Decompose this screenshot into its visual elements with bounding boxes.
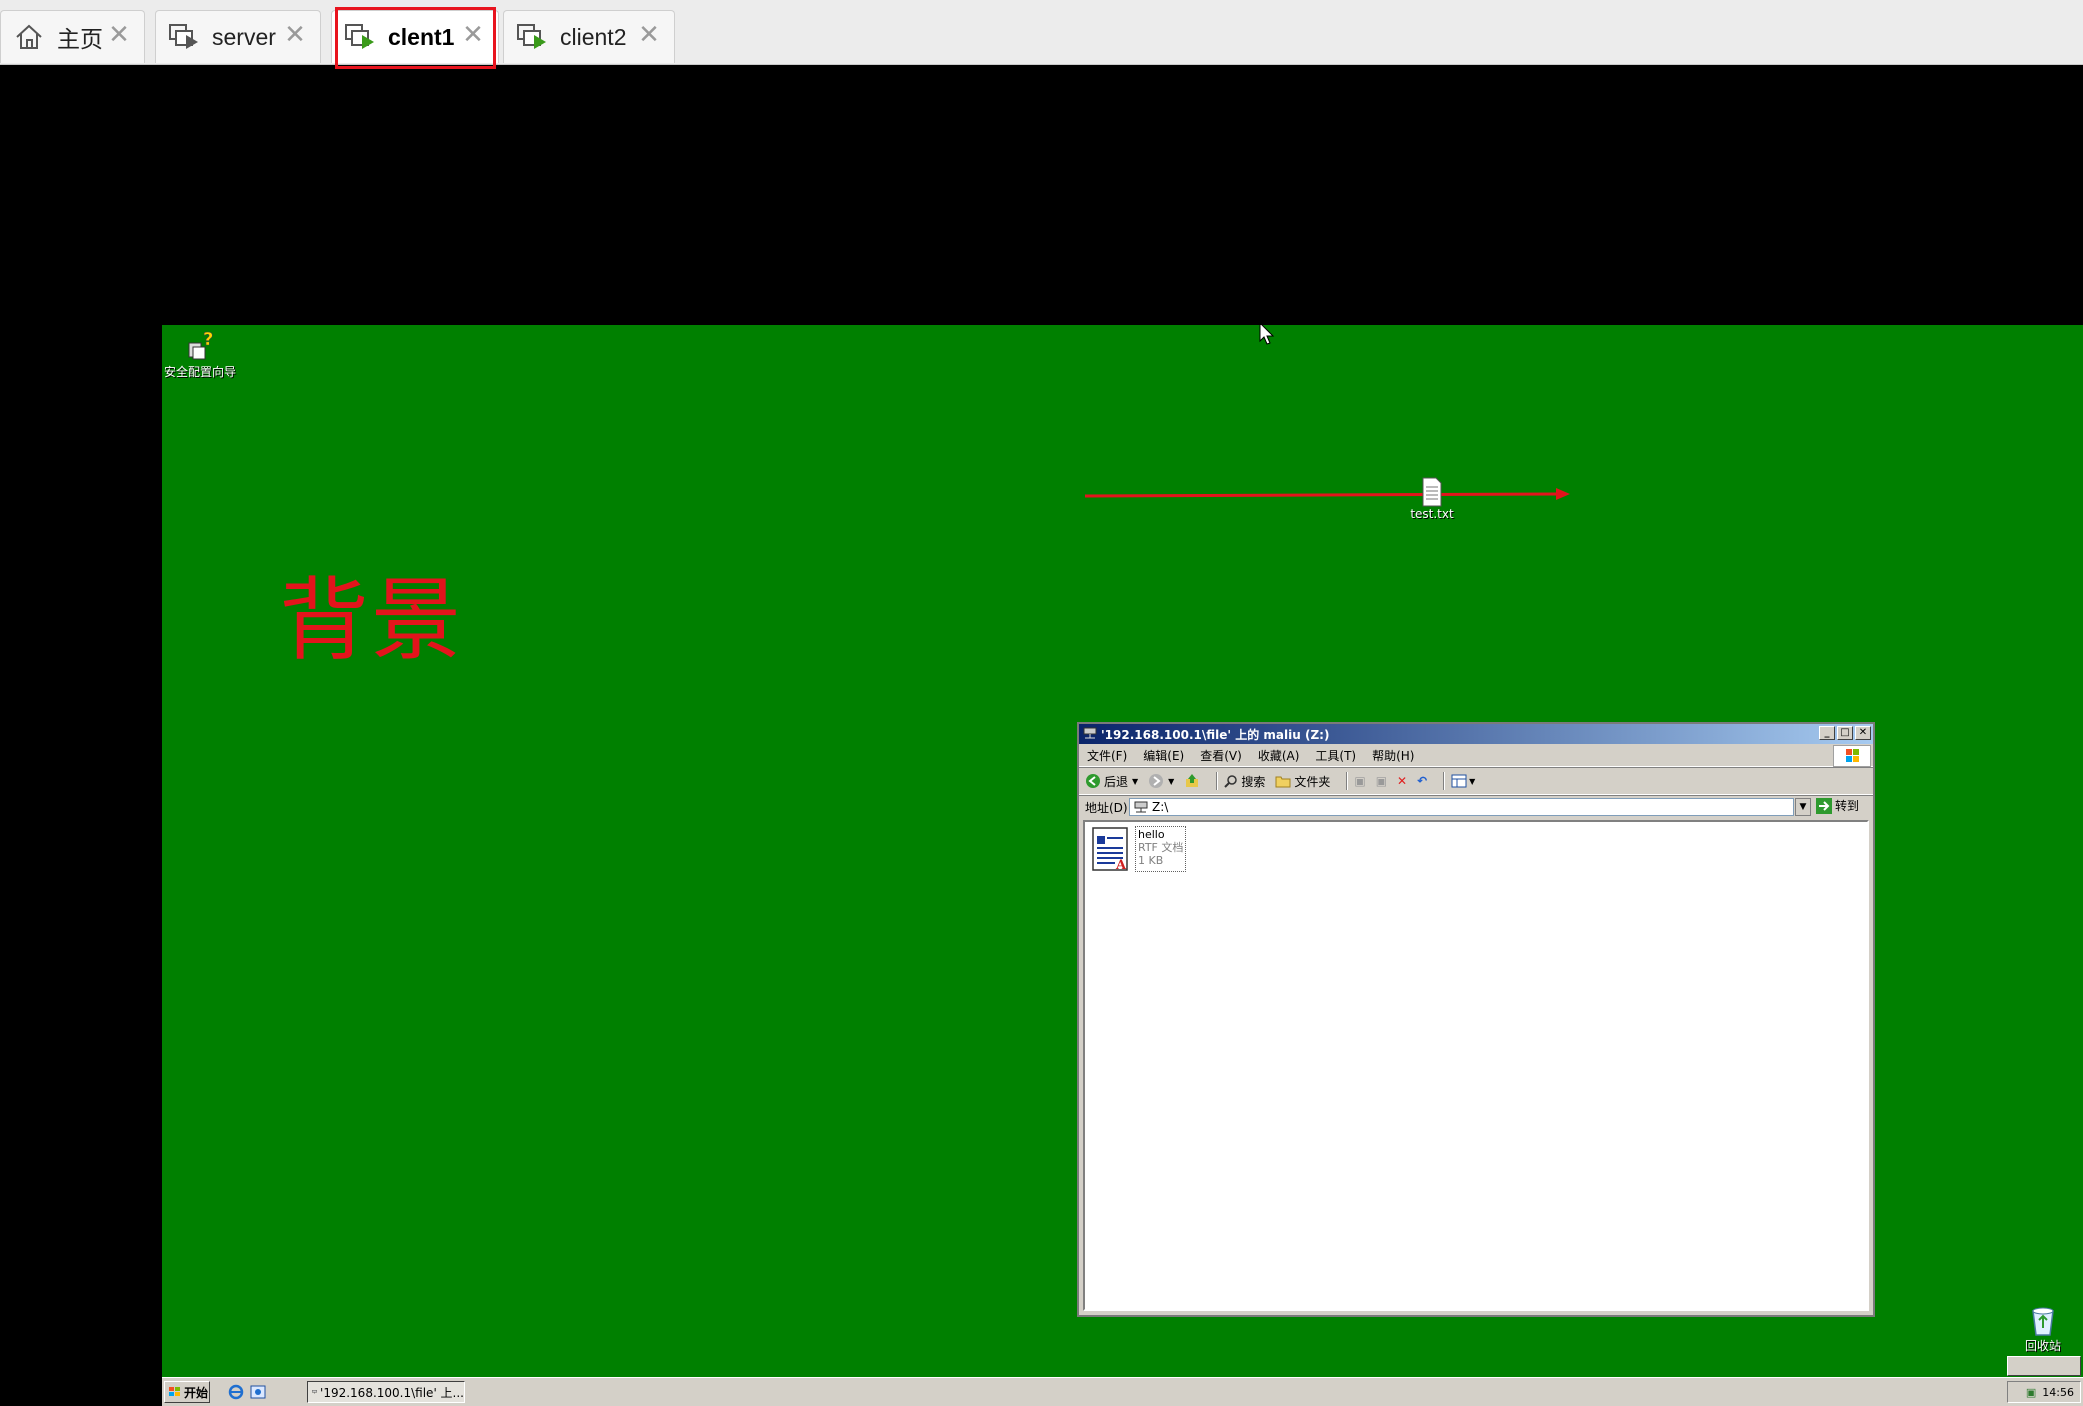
folder-icon xyxy=(1275,776,1291,788)
system-tray: ▣ 14:56 xyxy=(2007,1381,2081,1403)
folders-button[interactable]: 文件夹 xyxy=(1275,773,1330,790)
up-folder-button[interactable] xyxy=(1184,773,1200,789)
close-icon[interactable]: ✕ xyxy=(460,22,486,48)
desktop-icon-label: 回收站 xyxy=(2024,1339,2061,1353)
vm-running-icon xyxy=(344,21,380,53)
windows-logo-icon xyxy=(169,1387,180,1396)
file-item[interactable]: A hello RTF 文档 1 KB xyxy=(1091,826,1187,873)
copy-to-button[interactable]: ▣ xyxy=(1376,774,1387,788)
go-arrow-icon xyxy=(1816,797,1832,814)
security-wizard-icon: ? xyxy=(162,329,238,363)
vm-icon xyxy=(168,21,204,53)
tab-label: client2 xyxy=(560,23,627,50)
explorer-window[interactable]: '192.168.100.1\file' 上的 maliu (Z:) _ □ ✕… xyxy=(1077,722,1875,1317)
delete-icon: ✕ xyxy=(1397,774,1408,788)
file-size: 1 KB xyxy=(1138,854,1164,867)
desktop-shortcut-icon[interactable] xyxy=(250,1384,266,1403)
file-type: RTF 文档 xyxy=(1138,841,1184,854)
close-icon[interactable]: ✕ xyxy=(106,22,132,48)
chevron-down-icon: ▼ xyxy=(1469,776,1476,786)
move-to-button[interactable]: ▣ xyxy=(1354,774,1365,788)
address-bar: 地址(D) Z:\ ▼ 转到 xyxy=(1079,795,1873,818)
recycle-bin-icon xyxy=(2013,1305,2073,1337)
tab-label: server xyxy=(212,23,276,50)
desktop-icon-label: 安全配置向导 xyxy=(163,365,236,379)
close-icon[interactable]: ✕ xyxy=(636,22,662,48)
desktop-icon-recycle-bin[interactable]: 回收站 xyxy=(2013,1305,2073,1354)
menu-view[interactable]: 查看(V) xyxy=(1200,747,1242,764)
search-icon xyxy=(1224,775,1238,788)
ie-icon[interactable] xyxy=(228,1384,244,1403)
undo-icon: ↶ xyxy=(1417,774,1428,788)
guest-desktop[interactable]: ? 安全配置向导 test.txt 背景 '192.168.100.1\file… xyxy=(162,325,2083,1406)
menu-file[interactable]: 文件(F) xyxy=(1087,747,1127,764)
taskbar: 开始 '192.168.100.1\file' 上... ▣ 14:56 xyxy=(162,1377,2083,1406)
tab-home[interactable]: 主页 ✕ xyxy=(0,10,145,63)
back-arrow-icon xyxy=(1086,774,1100,788)
address-dropdown-button[interactable]: ▼ xyxy=(1795,798,1811,816)
address-input[interactable]: Z:\ xyxy=(1129,798,1794,816)
close-button[interactable]: ✕ xyxy=(1855,726,1871,740)
svg-text:A: A xyxy=(1115,858,1127,872)
clock: 14:56 xyxy=(2042,1385,2074,1399)
menu-help[interactable]: 帮助(H) xyxy=(1372,747,1414,764)
up-folder-icon xyxy=(1186,774,1199,787)
tab-label: 主页 xyxy=(57,26,103,52)
search-button[interactable]: 搜索 xyxy=(1224,773,1265,790)
file-list-pane[interactable]: A hello RTF 文档 1 KB xyxy=(1083,820,1869,1311)
home-icon xyxy=(13,21,49,53)
toolbar: 后退 ▼ ▼ 搜索 文件夹 ▣ ▣ ✕ ↶ ▼ xyxy=(1079,767,1873,795)
delete-button[interactable]: ✕ xyxy=(1397,774,1407,788)
rtf-document-icon: A xyxy=(1091,826,1129,873)
tab-client2[interactable]: client2 ✕ xyxy=(503,10,675,63)
maximize-button[interactable]: □ xyxy=(1837,726,1853,740)
network-drive-icon xyxy=(1134,801,1148,813)
views-icon xyxy=(1451,774,1467,788)
window-title: '192.168.100.1\file' 上的 maliu (Z:) xyxy=(1101,727,1330,742)
menu-tools[interactable]: 工具(T) xyxy=(1315,747,1356,764)
chevron-down-icon: ▼ xyxy=(1132,776,1139,786)
menu-bar: 文件(F) 编辑(E) 查看(V) 收藏(A) 工具(T) 帮助(H) xyxy=(1079,744,1873,767)
tab-clent1[interactable]: clent1 ✕ xyxy=(331,10,499,63)
tab-label: clent1 xyxy=(388,23,455,50)
desktop-icon-test-txt[interactable]: test.txt xyxy=(1392,477,1472,521)
back-button[interactable]: 后退 ▼ xyxy=(1085,773,1138,790)
address-label: 地址(D) xyxy=(1085,800,1128,815)
window-titlebar[interactable]: '192.168.100.1\file' 上的 maliu (Z:) _ □ ✕ xyxy=(1079,724,1873,744)
tab-server[interactable]: server ✕ xyxy=(155,10,321,63)
start-button[interactable]: 开始 xyxy=(164,1381,210,1403)
quick-tray-panel xyxy=(2007,1356,2081,1376)
annotation-label: 背景 xyxy=(279,568,463,673)
copy-to-icon: ▣ xyxy=(1375,774,1388,788)
chevron-down-icon: ▼ xyxy=(1168,776,1175,786)
network-icon[interactable]: ▣ xyxy=(2026,1386,2036,1399)
menu-favorites[interactable]: 收藏(A) xyxy=(1258,747,1300,764)
network-drive-icon xyxy=(1083,727,1097,742)
network-drive-icon xyxy=(312,1390,317,1394)
mouse-cursor-icon xyxy=(1259,325,1275,350)
views-button[interactable]: ▼ xyxy=(1451,774,1475,788)
desktop-icon-security-wizard[interactable]: ? 安全配置向导 xyxy=(162,329,238,380)
file-name: hello xyxy=(1138,828,1165,841)
minimize-button[interactable]: _ xyxy=(1819,726,1835,740)
move-to-icon: ▣ xyxy=(1354,774,1366,788)
svg-text:?: ? xyxy=(203,329,213,350)
annotation-arrow-horizontal xyxy=(1084,488,1570,500)
forward-arrow-icon xyxy=(1149,774,1164,788)
taskbar-window-button[interactable]: '192.168.100.1\file' 上... xyxy=(307,1381,465,1403)
forward-button[interactable]: ▼ xyxy=(1148,773,1174,789)
undo-button[interactable]: ↶ xyxy=(1417,774,1427,788)
desktop-icon-label: test.txt xyxy=(1410,507,1454,521)
text-file-icon xyxy=(1392,477,1472,507)
vm-tab-bar: 主页 ✕ server ✕ clent1 ✕ client2 ✕ xyxy=(0,0,2083,65)
windows-logo-icon xyxy=(1833,745,1871,767)
goto-button[interactable]: 转到 xyxy=(1816,797,1859,814)
close-icon[interactable]: ✕ xyxy=(282,22,308,48)
vm-running-icon xyxy=(516,21,552,53)
file-details: hello RTF 文档 1 KB xyxy=(1135,826,1187,872)
menu-edit[interactable]: 编辑(E) xyxy=(1143,747,1184,764)
